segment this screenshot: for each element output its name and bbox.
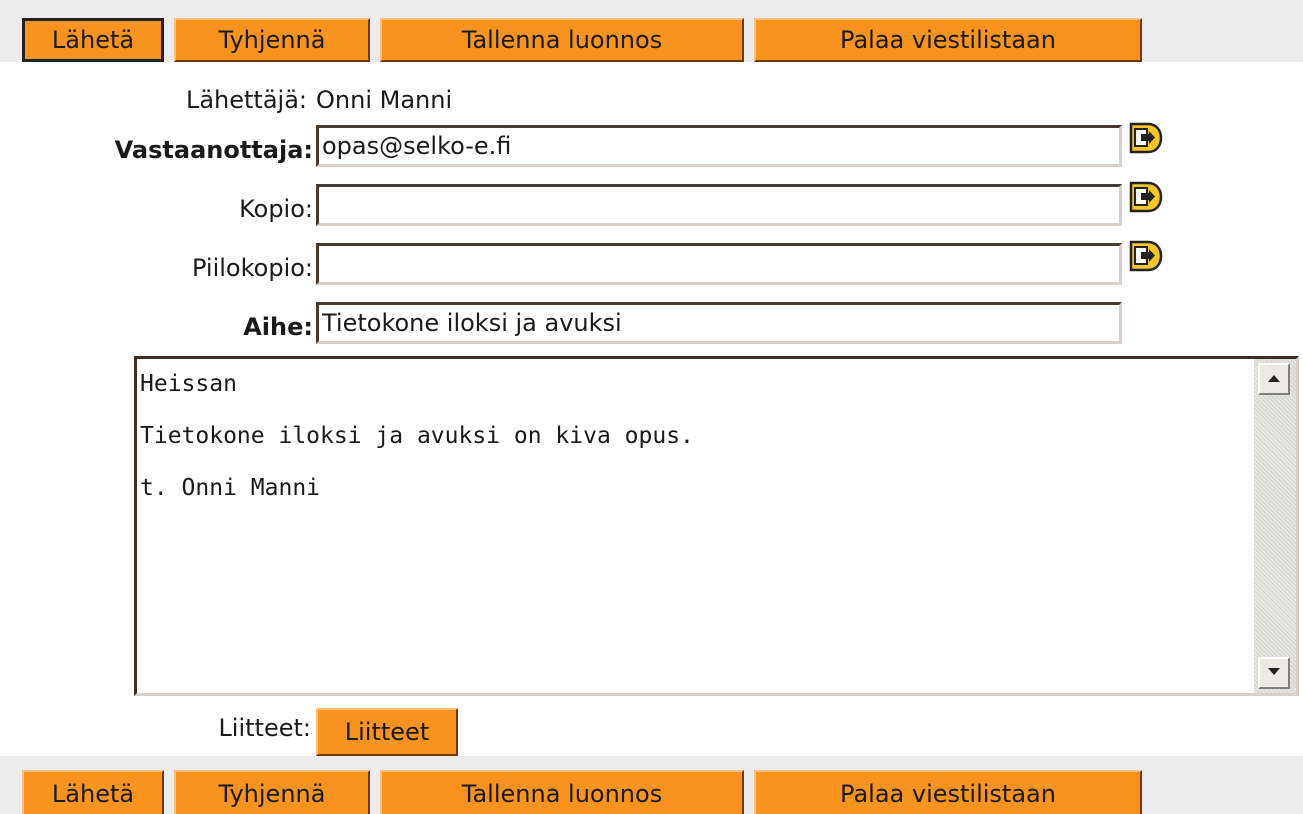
- send-button-top[interactable]: Lähetä: [22, 18, 164, 62]
- back-to-list-button-top[interactable]: Palaa viestilistaan: [754, 18, 1142, 62]
- save-draft-button-top[interactable]: Tallenna luonnos: [380, 18, 744, 62]
- attachments-button[interactable]: Liitteet: [316, 708, 458, 756]
- scroll-down-button[interactable]: [1258, 657, 1290, 689]
- to-field[interactable]: opas@selko-e.fi: [316, 125, 1122, 167]
- save-draft-button-bottom[interactable]: Tallenna luonnos: [380, 770, 744, 814]
- attachments-label: Liitteet:: [218, 714, 311, 742]
- subject-field[interactable]: Tietokone iloksi ja avuksi: [316, 302, 1122, 344]
- top-toolbar: Lähetä Tyhjennä Tallenna luonnos Palaa v…: [0, 0, 1303, 62]
- bcc-field[interactable]: [316, 243, 1122, 285]
- clear-button-bottom[interactable]: Tyhjennä: [174, 770, 370, 814]
- address-book-arrow-icon[interactable]: [1126, 239, 1164, 273]
- bcc-label: Piilokopio:: [191, 254, 313, 282]
- message-body-text[interactable]: Heissan Tietokone iloksi ja avuksi on ki…: [140, 371, 1250, 501]
- to-label: Vastaanottaja:: [114, 136, 313, 164]
- cc-label: Kopio:: [239, 195, 313, 223]
- send-button-bottom[interactable]: Lähetä: [22, 770, 164, 814]
- cc-field[interactable]: [316, 184, 1122, 226]
- compose-message-page: Lähetä Tyhjennä Tallenna luonnos Palaa v…: [0, 0, 1303, 814]
- message-body-scrollbar[interactable]: [1254, 359, 1296, 693]
- sender-label: Lähettäjä:: [185, 86, 307, 114]
- back-to-list-button-bottom[interactable]: Palaa viestilistaan: [754, 770, 1142, 814]
- address-book-arrow-icon[interactable]: [1126, 180, 1164, 214]
- bottom-toolbar: Lähetä Tyhjennä Tallenna luonnos Palaa v…: [0, 756, 1303, 814]
- scroll-down-arrow-icon: [1268, 668, 1280, 675]
- scroll-up-arrow-icon: [1268, 375, 1280, 382]
- clear-button-top[interactable]: Tyhjennä: [174, 18, 370, 62]
- scroll-up-button[interactable]: [1258, 363, 1290, 395]
- address-book-arrow-icon[interactable]: [1126, 121, 1164, 155]
- sender-value: Onni Manni: [316, 86, 453, 114]
- subject-label: Aihe:: [243, 313, 313, 341]
- message-body-textarea[interactable]: Heissan Tietokone iloksi ja avuksi on ki…: [134, 356, 1299, 696]
